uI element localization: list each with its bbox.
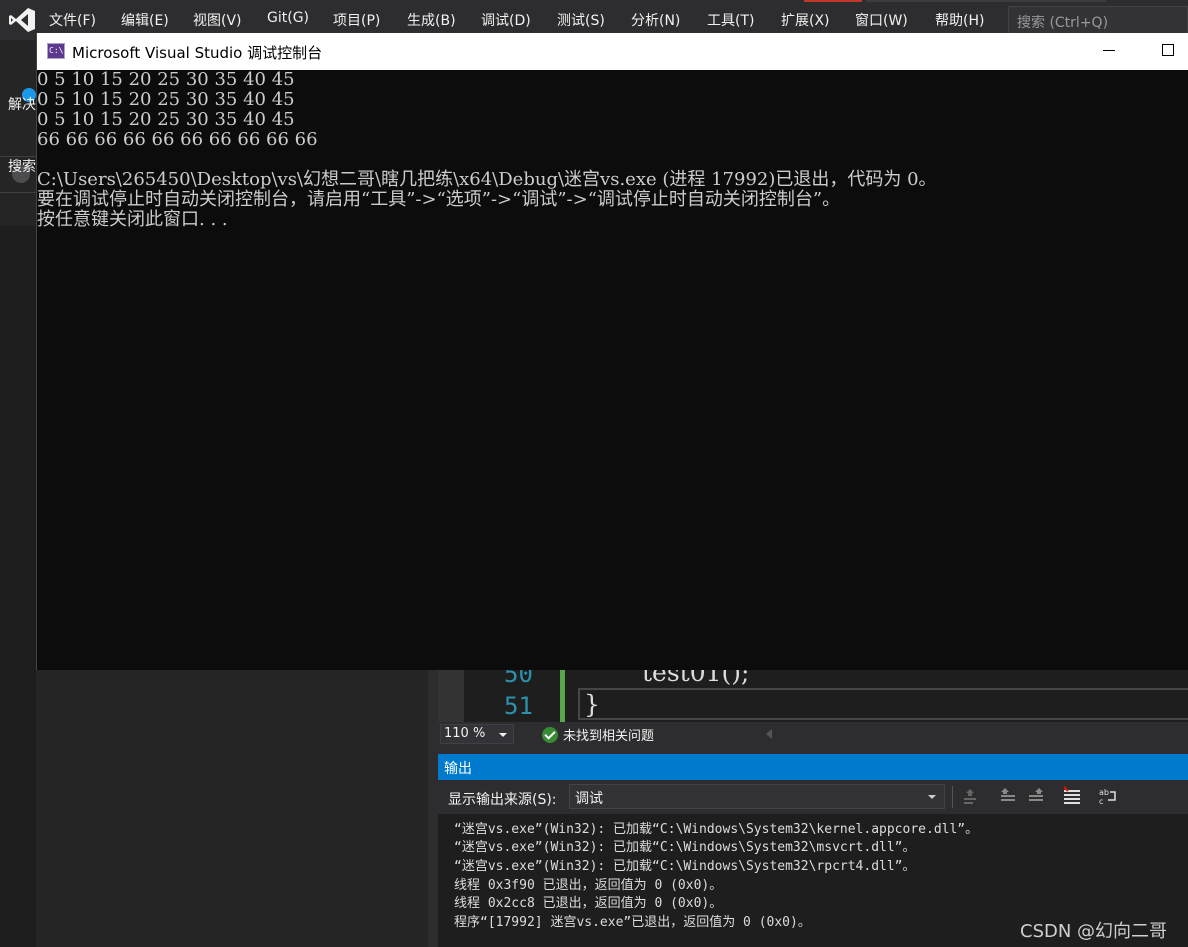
splitter[interactable]	[428, 670, 438, 947]
csdn-watermark: CSDN @幻向二哥	[1020, 921, 1168, 942]
output-title-text: 输出	[444, 761, 472, 777]
output-line: 线程 0x2cc8 已退出，返回值为 0 (0x0)。	[454, 896, 723, 911]
console-line: 0 5 10 15 20 25 30 35 40 45	[37, 109, 295, 130]
clear-all-icon[interactable]	[1062, 786, 1082, 806]
scroll-left-icon[interactable]	[766, 729, 772, 739]
chevron-down-icon	[499, 733, 507, 737]
current-line-highlight	[578, 688, 1188, 720]
menu-edit[interactable]: 编辑(E)	[121, 10, 169, 30]
output-source-label: 显示输出来源(S):	[448, 792, 557, 808]
output-source-value: 调试	[575, 791, 603, 807]
output-source-select[interactable]: 调试	[569, 784, 945, 809]
zoom-dropdown[interactable]: 110 %	[440, 724, 514, 744]
divider	[0, 192, 36, 193]
title-accent	[804, 0, 862, 2]
check-circle-icon	[542, 727, 558, 743]
line-number: 51	[504, 692, 533, 720]
search-solution-label[interactable]: 搜索	[8, 156, 36, 176]
menu-analyze[interactable]: 分析(N)	[631, 10, 680, 30]
menu-extensions[interactable]: 扩展(X)	[781, 10, 830, 30]
console-icon-text: C:\	[49, 46, 64, 55]
console-line: 0 5 10 15 20 25 30 35 40 45	[37, 69, 295, 90]
menu-tools[interactable]: 工具(T)	[707, 10, 754, 30]
console-line: C:\Users\265450\Desktop\vs\幻想二哥\瞎几把练\x64…	[37, 169, 937, 190]
issues-indicator[interactable]: 未找到相关问题	[542, 725, 654, 744]
code-line[interactable]: test01();	[642, 670, 749, 687]
change-indicator	[560, 670, 565, 722]
svg-text:ab: ab	[1099, 788, 1109, 797]
console-title-bar[interactable]: C:\ Microsoft Visual Studio 调试控制台	[37, 33, 1188, 70]
output-line: 线程 0x3f90 已退出，返回值为 0 (0x0)。	[454, 878, 723, 893]
output-line: “迷宫vs.exe”(Win32): 已加载“C:\Windows\System…	[454, 859, 916, 874]
console-line: 66 66 66 66 66 66 66 66 66 66	[37, 129, 318, 150]
menu-window[interactable]: 窗口(W)	[855, 10, 908, 30]
left-panel-body	[0, 226, 36, 947]
menu-debug[interactable]: 调试(D)	[481, 10, 531, 30]
console-title: Microsoft Visual Studio 调试控制台	[72, 44, 323, 62]
menu-help[interactable]: 帮助(H)	[935, 10, 984, 30]
solution-tree-area	[36, 670, 438, 947]
divider	[952, 786, 953, 808]
output-toolbar: 显示输出来源(S): 调试 ab c	[438, 780, 1188, 814]
code-editor[interactable]: 50 51 test01(); }	[438, 670, 1188, 722]
solution-explorer-label: 解决	[8, 97, 36, 113]
menu-project[interactable]: 项目(P)	[333, 10, 380, 30]
console-line: 按任意键关闭此窗口. . .	[37, 209, 228, 230]
menu-test[interactable]: 测试(S)	[557, 10, 605, 30]
visual-studio-logo-icon[interactable]	[8, 7, 36, 33]
output-line: “迷宫vs.exe”(Win32): 已加载“C:\Windows\System…	[454, 840, 916, 855]
word-wrap-icon[interactable]: abc	[1098, 786, 1118, 806]
menu-build[interactable]: 生成(B)	[407, 10, 456, 30]
editor-status-bar: 110 % 未找到相关问题	[438, 722, 1188, 746]
svg-text:c: c	[1099, 797, 1103, 806]
editor-margin	[438, 670, 464, 722]
zoom-value: 110 %	[444, 726, 486, 741]
issues-text: 未找到相关问题	[563, 729, 655, 744]
find-message-icon[interactable]	[960, 786, 980, 806]
code-line[interactable]: }	[584, 690, 600, 719]
minimize-button[interactable]	[1103, 50, 1115, 51]
output-line: “迷宫vs.exe”(Win32): 已加载“C:\Windows\System…	[454, 822, 979, 837]
previous-message-icon[interactable]	[998, 786, 1018, 806]
console-app-icon: C:\	[47, 43, 65, 59]
output-line: 程序“[17992] 迷宫vs.exe”已退出，返回值为 0 (0x0)。	[454, 915, 811, 930]
chevron-down-icon	[928, 795, 936, 799]
search-input[interactable]: 搜索 (Ctrl+Q)	[1008, 6, 1188, 34]
debug-console-window[interactable]: C:\ Microsoft Visual Studio 调试控制台 0 5 10…	[36, 33, 1188, 670]
maximize-button[interactable]	[1162, 44, 1174, 56]
console-line: 要在调试停止时自动关闭控制台，请启用“工具”->“选项”->“调试”->“调试停…	[37, 189, 841, 210]
search-placeholder: 搜索 (Ctrl+Q)	[1017, 15, 1109, 31]
menu-file[interactable]: 文件(F)	[49, 10, 96, 30]
title-strip	[866, 0, 1106, 2]
output-pane-title[interactable]: 输出	[438, 754, 1188, 780]
console-output[interactable]: 0 5 10 15 20 25 30 35 40 45 0 5 10 15 20…	[37, 70, 1188, 670]
next-message-icon[interactable]	[1026, 786, 1046, 806]
line-number: 50	[504, 670, 533, 688]
console-line: 0 5 10 15 20 25 30 35 40 45	[37, 89, 295, 110]
menu-view[interactable]: 视图(V)	[193, 10, 242, 30]
menu-git[interactable]: Git(G)	[267, 10, 309, 26]
